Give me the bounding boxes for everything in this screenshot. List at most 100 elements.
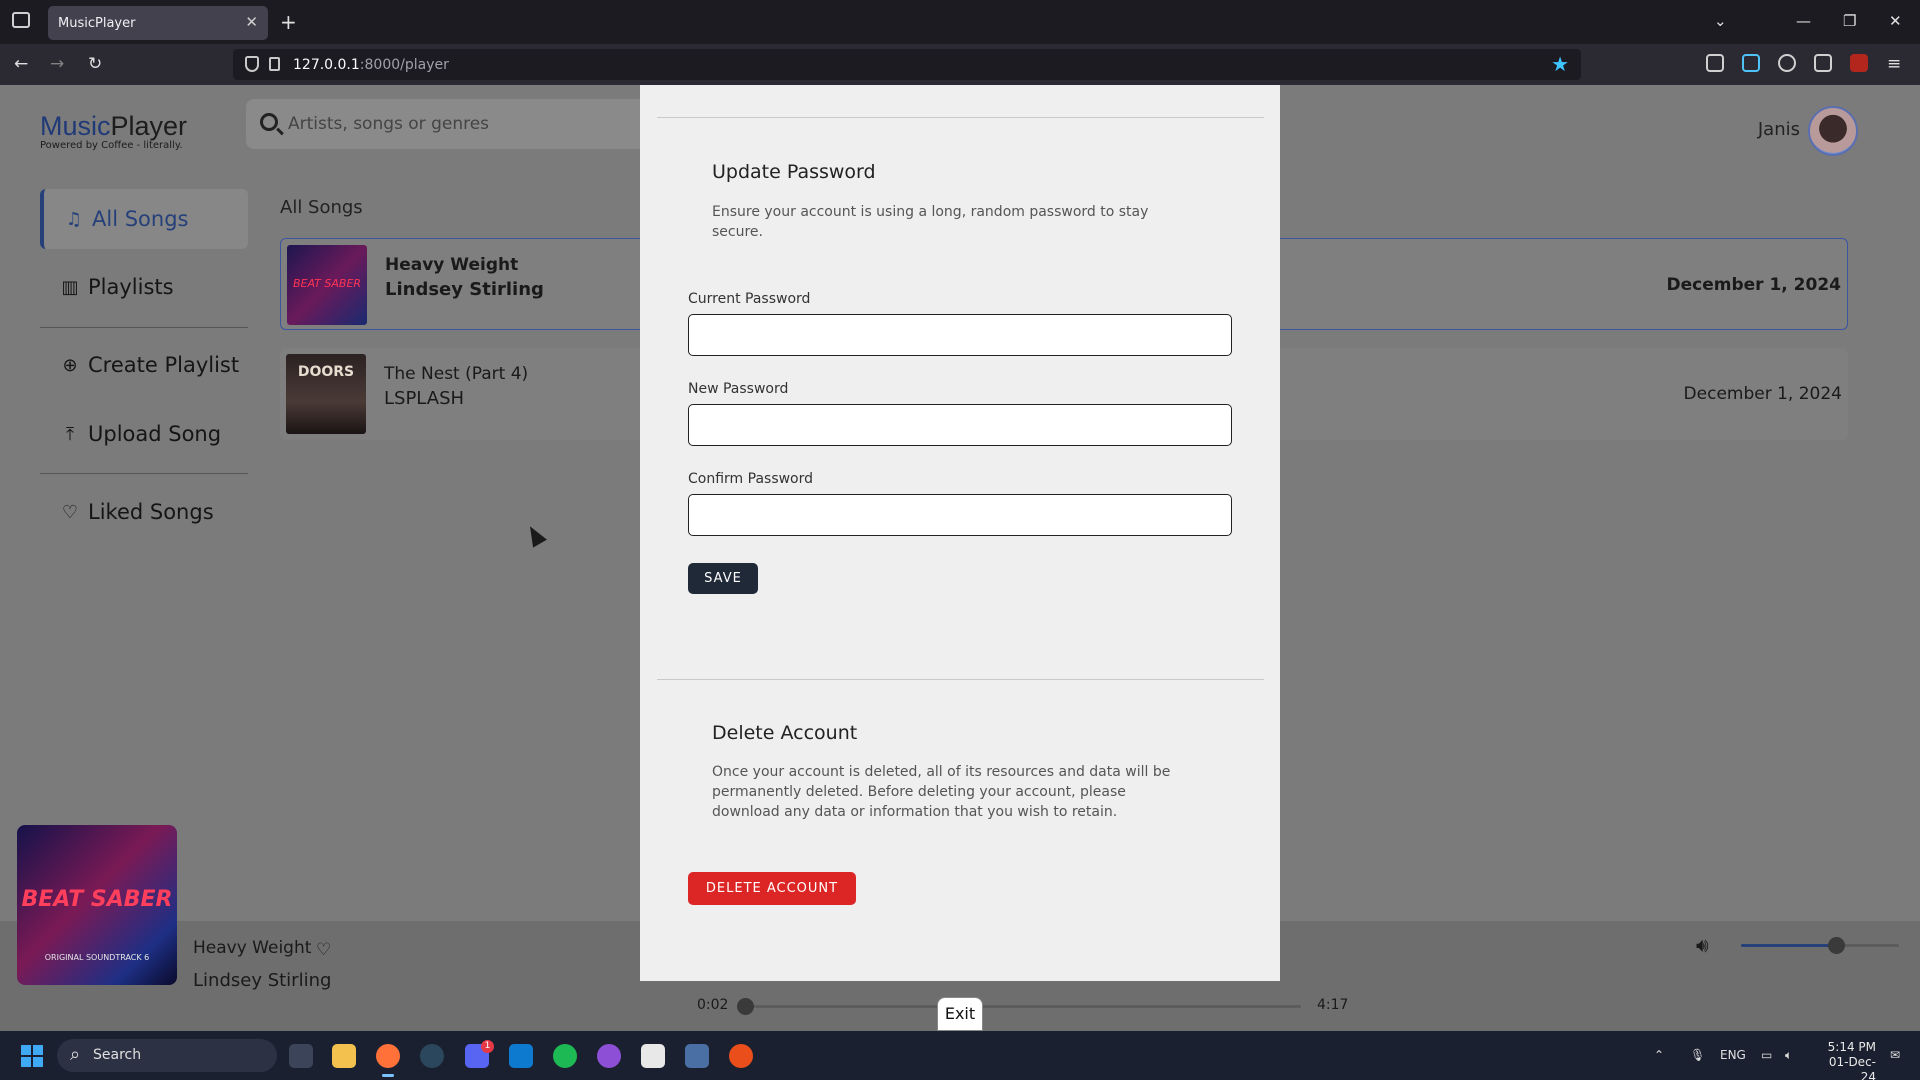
task-view-icon[interactable] bbox=[289, 1044, 313, 1068]
reload-icon[interactable]: ↻ bbox=[88, 54, 102, 74]
tab-title: MusicPlayer bbox=[58, 15, 136, 31]
microphone-icon[interactable]: 🎙︎ bbox=[1690, 1048, 1705, 1062]
search-icon bbox=[260, 113, 278, 131]
language-indicator[interactable]: ENG bbox=[1720, 1048, 1746, 1062]
sidebar-divider bbox=[40, 473, 248, 474]
sidebar-item-label: All Songs bbox=[92, 207, 189, 231]
sidebar-item-all-songs[interactable]: ♫ All Songs bbox=[40, 189, 248, 249]
sidebar-item-label: Liked Songs bbox=[88, 500, 214, 524]
like-heart-icon[interactable]: ♡ bbox=[316, 940, 331, 960]
tab-list-icon[interactable] bbox=[12, 12, 30, 28]
bookmark-star-icon[interactable]: ★ bbox=[1551, 52, 1569, 76]
logo-music: Music bbox=[40, 111, 111, 141]
avatar[interactable] bbox=[1808, 106, 1858, 156]
time-current: 0:02 bbox=[697, 997, 729, 1013]
clock-date: 01-Dec-24 bbox=[1828, 1055, 1876, 1080]
volume-thumb[interactable] bbox=[1827, 937, 1845, 954]
sidebar-item-label: Upload Song bbox=[88, 422, 222, 446]
page-icon bbox=[269, 57, 280, 71]
network-icon[interactable]: ▭ bbox=[1761, 1048, 1772, 1062]
spotify-icon[interactable] bbox=[553, 1044, 577, 1068]
ublock-icon[interactable] bbox=[1850, 54, 1868, 72]
sidebar-item-upload-song[interactable]: ⤒ Upload Song bbox=[40, 404, 248, 464]
volume-fill bbox=[1741, 944, 1836, 947]
exit-button[interactable]: Exit bbox=[937, 997, 983, 1031]
restore-button[interactable]: ❐ bbox=[1843, 12, 1856, 30]
volume-icon[interactable]: 🔊︎ bbox=[1696, 933, 1709, 957]
extensions-icon[interactable] bbox=[1814, 54, 1832, 72]
divider bbox=[657, 679, 1264, 680]
download-icon[interactable] bbox=[1742, 54, 1760, 72]
browser-tab[interactable]: MusicPlayer ✕ bbox=[48, 6, 268, 40]
profile-modal: Update Password Ensure your account is u… bbox=[640, 85, 1280, 981]
url-host: 127.0.0.1 bbox=[293, 56, 360, 73]
heart-icon: ♡ bbox=[61, 501, 79, 523]
delete-account-title: Delete Account bbox=[712, 722, 858, 744]
tab-close-icon[interactable]: ✕ bbox=[245, 13, 258, 31]
7zip-icon[interactable] bbox=[641, 1044, 665, 1068]
vscode-icon[interactable] bbox=[509, 1044, 533, 1068]
steam-icon[interactable] bbox=[420, 1044, 444, 1068]
now-playing-artist: Lindsey Stirling bbox=[193, 970, 332, 991]
confirm-password-label: Confirm Password bbox=[688, 471, 814, 487]
taskbar-search[interactable]: Search bbox=[57, 1038, 277, 1072]
volume-slider[interactable] bbox=[1741, 937, 1899, 954]
art-title: BEAT SABER bbox=[21, 887, 173, 912]
album-art bbox=[286, 354, 366, 434]
pocket-icon[interactable] bbox=[1706, 54, 1724, 72]
save-button[interactable]: SAVE bbox=[688, 563, 758, 594]
app-icon[interactable] bbox=[597, 1044, 621, 1068]
search-input[interactable]: Artists, songs or genres bbox=[246, 99, 646, 149]
discord-badge: 1 bbox=[481, 1040, 494, 1053]
url-bar[interactable]: 127.0.0.1:8000/player ★ bbox=[233, 49, 1581, 80]
album-art bbox=[287, 245, 367, 325]
time-total: 4:17 bbox=[1317, 997, 1349, 1013]
current-password-field[interactable] bbox=[688, 314, 1232, 356]
account-icon[interactable] bbox=[1778, 54, 1796, 72]
file-explorer-icon[interactable] bbox=[332, 1044, 356, 1068]
tab-overflow-icon[interactable]: ⌄ bbox=[1714, 12, 1727, 30]
forward-arrow-icon[interactable]: → bbox=[50, 54, 64, 74]
progress-slider[interactable] bbox=[737, 998, 1301, 1015]
windows-start-icon[interactable] bbox=[21, 1045, 43, 1067]
song-title: The Nest (Part 4) bbox=[384, 364, 529, 384]
taskbar-clock[interactable]: 5:14 PM 01-Dec-24 bbox=[1816, 1040, 1876, 1080]
url-path: :8000/player bbox=[359, 56, 449, 73]
close-window-button[interactable]: ✕ bbox=[1889, 12, 1902, 30]
song-artist: Lindsey Stirling bbox=[385, 279, 544, 300]
new-tab-button[interactable]: + bbox=[280, 10, 297, 34]
browser-nav-bar: ← → ↻ 127.0.0.1:8000/player ★ ≡ bbox=[0, 44, 1920, 85]
update-password-description: Ensure your account is using a long, ran… bbox=[712, 204, 1149, 240]
sidebar-item-liked-songs[interactable]: ♡ Liked Songs bbox=[40, 482, 248, 542]
now-playing-title: Heavy Weight bbox=[193, 938, 312, 958]
music-note-icon: ♫ bbox=[65, 208, 83, 230]
sidebar-item-playlists[interactable]: ▥ Playlists bbox=[40, 257, 248, 317]
firefox-icon[interactable] bbox=[376, 1044, 400, 1077]
delete-account-description: Once your account is deleted, all of its… bbox=[712, 764, 1171, 820]
app-icon[interactable] bbox=[729, 1044, 753, 1068]
delete-account-button[interactable]: DELETE ACCOUNT bbox=[688, 872, 856, 905]
shield-icon[interactable] bbox=[245, 56, 259, 72]
song-title: Heavy Weight bbox=[385, 255, 519, 275]
notification-icon[interactable]: ✉ bbox=[1890, 1048, 1900, 1062]
sidebar-item-label: Playlists bbox=[88, 275, 174, 299]
song-date: December 1, 2024 bbox=[1666, 275, 1841, 295]
logo-player: Player bbox=[110, 111, 188, 141]
new-password-field[interactable] bbox=[688, 404, 1232, 446]
back-arrow-icon[interactable]: ← bbox=[14, 54, 28, 74]
user-name[interactable]: Janis bbox=[1758, 119, 1800, 140]
upload-icon: ⤒ bbox=[66, 423, 74, 445]
app-icon[interactable] bbox=[685, 1044, 709, 1068]
playlist-icon: ▥ bbox=[61, 276, 79, 298]
now-playing-art: BEAT SABER ORIGINAL SOUNDTRACK 6 bbox=[17, 825, 177, 985]
art-subtitle: ORIGINAL SOUNDTRACK 6 bbox=[44, 953, 150, 962]
logo-tagline: Powered by Coffee - literally. bbox=[40, 140, 183, 151]
confirm-password-field[interactable] bbox=[688, 494, 1232, 536]
menu-icon[interactable]: ≡ bbox=[1887, 54, 1901, 74]
minimize-button[interactable]: — bbox=[1796, 12, 1811, 30]
speaker-icon[interactable]: 🔈︎ bbox=[1785, 1048, 1792, 1063]
tray-chevron-icon[interactable]: ⌃ bbox=[1654, 1048, 1664, 1062]
clock-time: 5:14 PM bbox=[1827, 1040, 1876, 1054]
sidebar-item-create-playlist[interactable]: ⊕ Create Playlist bbox=[40, 335, 248, 395]
app-logo[interactable]: MusicPlayer bbox=[40, 111, 187, 142]
